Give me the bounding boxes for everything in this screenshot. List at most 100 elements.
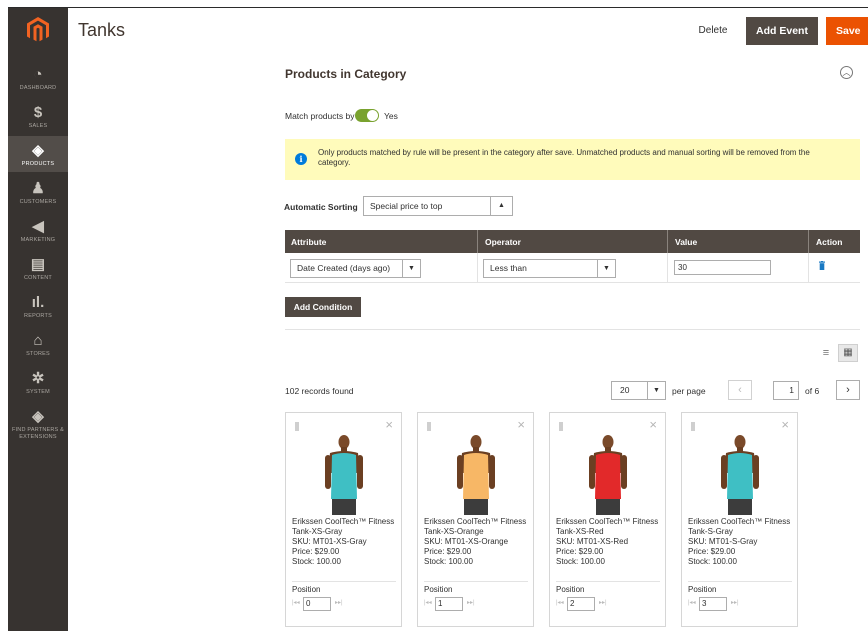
current-page-input[interactable]: 1 [773,381,799,400]
product-card[interactable]: × Erikssen CoolTech™ Fitness Tank-XS-Oran… [417,412,534,627]
magento-logo-icon [27,17,49,42]
dashboard-icon: ◔ [33,66,43,83]
position-increase-icon[interactable]: ▸▸| [335,599,343,606]
chevron-down-icon: ▼ [402,260,420,277]
product-sku: SKU: MT01-S-Gray [688,537,758,546]
product-stock: Stock: 100.00 [424,557,473,566]
product-name: Erikssen CoolTech™ Fitness Tank-XS-Red [556,517,659,536]
dollar-icon: $ [33,104,43,121]
drag-handle-icon[interactable] [295,422,299,431]
records-count: 102 records found [285,386,354,396]
position-input[interactable]: 3 [699,597,727,611]
list-view-icon[interactable]: ≡ [818,345,834,361]
notice-text: Only products matched by rule will be pr… [318,148,810,167]
sidebar-item-label: STORES [26,351,50,357]
automatic-sorting-label: Automatic Sorting [284,202,358,212]
chevron-down-icon: ▼ [647,382,665,399]
product-image [721,435,759,515]
per-page-label: per page [672,386,706,396]
position-input[interactable]: 0 [303,597,331,611]
automatic-sorting-select[interactable]: Special price to top ▲ [363,196,513,216]
condition-value-input[interactable]: 30 [674,260,771,275]
add-condition-button[interactable]: Add Condition [285,297,361,317]
per-page-select[interactable]: 20 ▼ [611,381,666,400]
position-increase-icon[interactable]: ▸▸| [599,599,607,606]
sidebar-item-products[interactable]: ◈ PRODUCTS [8,136,68,172]
position-input[interactable]: 1 [435,597,463,611]
sort-select-value: Special price to top [370,201,443,211]
person-icon: ♟ [31,180,45,197]
sidebar-item-marketing[interactable]: ◀ MARKETING [8,212,68,248]
position-input[interactable]: 2 [567,597,595,611]
grid-view-icon[interactable]: ▦ [838,344,858,362]
close-icon[interactable]: × [781,418,789,431]
position-decrease-icon[interactable]: |◂◂ [292,599,300,606]
column-header-attribute: Attribute [291,237,327,247]
close-icon[interactable]: × [385,418,393,431]
window-top-border [0,0,868,8]
previous-page-button[interactable]: ‹ [728,380,752,400]
magento-logo[interactable] [8,8,68,52]
store-icon: ⌂ [33,332,43,349]
product-sku: SKU: MT01-XS-Red [556,537,629,546]
drag-handle-icon[interactable] [559,422,563,431]
product-card[interactable]: × Erikssen CoolTech™ Fitness Tank-XS-Red S… [549,412,666,627]
drag-handle-icon[interactable] [427,422,431,431]
sidebar-item-label: MARKETING [20,237,56,243]
sidebar-item-stores[interactable]: ⌂ STORES [8,326,68,362]
collapse-icon[interactable]: ︿ [840,66,853,79]
per-page-value: 20 [620,385,630,395]
header-divider [667,230,668,253]
next-page-button[interactable]: › [836,380,860,400]
sidebar-item-system[interactable]: ✲ SYSTEM [8,364,68,400]
delete-button[interactable]: Delete [686,17,740,45]
product-card[interactable]: × Erikssen CoolTech™ Fitness Tank-XS-Gray… [285,412,402,627]
product-sku: SKU: MT01-XS-Orange [424,537,509,546]
gear-icon: ✲ [31,370,45,387]
add-event-button[interactable]: Add Event [746,17,818,45]
position-decrease-icon[interactable]: |◂◂ [556,599,564,606]
section-title[interactable]: Products in Category [285,67,406,81]
sidebar-item-content[interactable]: ▤ CONTENT [8,250,68,286]
position-increase-icon[interactable]: ▸▸| [467,599,475,606]
megaphone-icon: ◀ [32,218,44,235]
sidebar-item-reports[interactable]: ıl. REPORTS [8,288,68,324]
info-notice: i Only products matched by rule will be … [285,139,860,180]
sidebar-item-label: DASHBOARD [19,85,57,91]
position-decrease-icon[interactable]: |◂◂ [688,599,696,606]
match-rule-toggle[interactable] [355,109,379,122]
trash-icon[interactable] [819,261,825,270]
product-card[interactable]: × Erikssen CoolTech™ Fitness Tank-S-Gray S… [681,412,798,627]
info-icon: i [295,153,307,165]
position-label: Position [424,585,453,594]
operator-select-value: Less than [490,263,527,273]
close-icon[interactable]: × [517,418,525,431]
sidebar-item-customers[interactable]: ♟ CUSTOMERS [8,174,68,210]
operator-select[interactable]: Less than ▼ [483,259,616,278]
column-header-action: Action [816,237,843,247]
condition-row: Date Created (days ago) ▼ Less than ▼ 30 [285,253,860,283]
save-button[interactable]: Save [826,17,868,45]
sidebar-item-find[interactable]: ◈ FIND PARTNERS & EXTENSIONS [8,402,68,450]
sidebar-item-label: CONTENT [24,275,52,281]
product-name: Erikssen CoolTech™ Fitness Tank-XS-Gray [292,517,395,536]
chevron-down-icon: ▼ [597,260,615,277]
position-decrease-icon[interactable]: |◂◂ [424,599,432,606]
sidebar-item-label: FIND PARTNERS & EXTENSIONS [12,427,64,440]
sidebar-item-dashboard[interactable]: ◔ DASHBOARD [8,60,68,96]
sidebar-item-sales[interactable]: $ SALES [8,98,68,134]
bar-chart-icon: ıl. [31,294,45,311]
sidebar-item-label: SYSTEM [26,389,50,395]
drag-handle-icon[interactable] [691,422,695,431]
column-header-value: Value [675,237,698,247]
product-image [589,435,627,515]
header-divider [477,230,478,253]
card-divider [688,581,792,582]
position-label: Position [556,585,585,594]
close-icon[interactable]: × [649,418,657,431]
position-increase-icon[interactable]: ▸▸| [731,599,739,606]
product-stock: Stock: 100.00 [292,557,341,566]
section-divider [285,329,860,330]
attribute-select[interactable]: Date Created (days ago) ▼ [290,259,421,278]
sidebar-item-label: CUSTOMERS [19,199,57,205]
